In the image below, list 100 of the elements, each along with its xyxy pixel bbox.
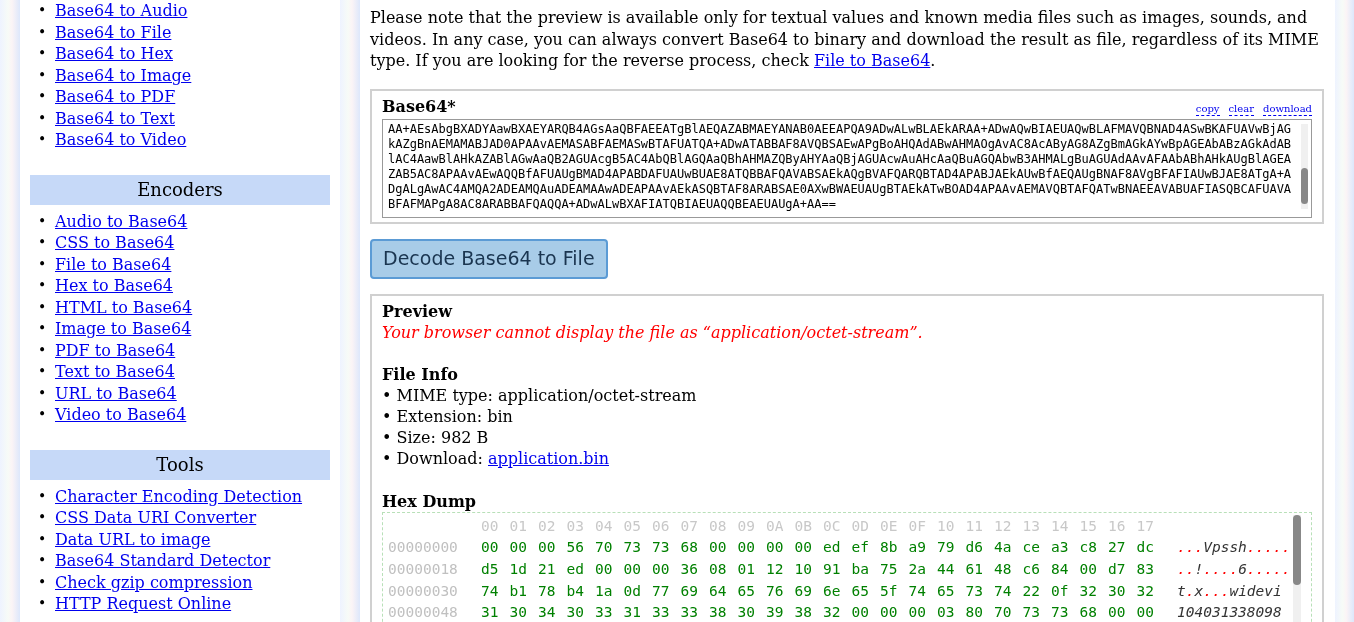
- base64-text: lAC4AawBlAHkAZABlAGwAaQB2AGUAcgB5AC4AbQBlAGQAaQBhAHMAZQByAHYAaQBjAGUAcwAuAHcAaQBuAGQAbwB3AHMALgBuAGUAdAAvAFAAbABhAHkAUgBlAGEA: [388, 151, 1289, 167]
- hex-byte: 30: [1108, 581, 1127, 601]
- row-offset: 00000000: [388, 538, 459, 558]
- sidebar-link[interactable]: Base64 Standard Detector: [55, 550, 271, 572]
- intro-text: Please note that the preview is available only for textual values and known media files such as images, sounds, and: [370, 7, 1309, 29]
- hex-byte: 32: [823, 603, 842, 622]
- sidebar-link[interactable]: HTML to Base64: [55, 296, 193, 318]
- hex-byte: 32: [1079, 581, 1098, 601]
- section-title: File Info: [382, 363, 459, 385]
- ascii-text: ....: [1203, 559, 1239, 579]
- error-message: Your browser cannot display the file as “application/octet-stream”.: [382, 321, 924, 343]
- hex-byte: 08: [709, 559, 728, 579]
- hex-byte: 73: [1051, 603, 1070, 622]
- hex-byte: 1a: [595, 581, 614, 601]
- hex-byte: 73: [965, 581, 984, 601]
- sidebar-link[interactable]: CSS Data URI Converter: [55, 507, 257, 529]
- hex-byte: 00: [1136, 603, 1155, 622]
- hex-byte: 30: [509, 603, 528, 622]
- hex-byte: 77: [652, 581, 671, 601]
- sidebar-link[interactable]: Base64 to Text: [55, 107, 175, 129]
- base64-text: kAZgBnAEMAMABJAD0APAAvAEMASABFAEMASwBTAFUATQA+ADwATABBAF8AVQBSAEwAPgBoAHQAdABwAHMAOgAvAC8AcAByAG8AZgBmAGkAYwBpAGEAbABzAGkAdAB: [388, 136, 1289, 152]
- section-title: Preview: [382, 300, 454, 322]
- file-to-base64-link[interactable]: File to Base64: [813, 51, 931, 70]
- hex-byte: 56: [566, 538, 585, 558]
- section-header: Tools: [30, 449, 330, 480]
- hex-byte: a3: [1051, 538, 1070, 558]
- hex-byte: 68: [680, 538, 699, 558]
- sidebar-link[interactable]: Data URL to image: [55, 528, 211, 550]
- hex-byte: ed: [823, 538, 842, 558]
- hex-byte: 91: [823, 559, 842, 579]
- file-link[interactable]: application.bin: [488, 448, 609, 468]
- hex-byte: c6: [1022, 559, 1041, 579]
- ascii-text: .: [1185, 581, 1195, 601]
- hex-byte: 65: [737, 581, 756, 601]
- hex-byte: ef: [851, 538, 870, 558]
- hex-byte: 00: [709, 538, 728, 558]
- sidebar-link[interactable]: File to Base64: [55, 253, 172, 275]
- hex-byte: 00: [908, 603, 927, 622]
- hex-byte: 48: [994, 559, 1013, 579]
- hex-byte: 0d: [623, 581, 642, 601]
- hex-byte: 69: [794, 581, 813, 601]
- sidebar-link[interactable]: Base64 to File: [55, 21, 172, 43]
- sidebar-link[interactable]: HTTP Request Online: [55, 593, 232, 615]
- ascii-text: widevi: [1229, 581, 1282, 601]
- bullet: •: [38, 22, 48, 42]
- bullet: •: [38, 254, 48, 274]
- action-link[interactable]: copy: [1195, 102, 1220, 116]
- base64-text: ZAB5AC8APAAvAEwAQQBfAFUAUgBMAD4APABDAFUAUwBUAE8ATQBBAFQAVABSAEkAQgBVAFQARQBTAD4APABJAEkAUwBfAEQAUgBNAF8AVgBFAFIAUwBJAE8ATgA+A: [388, 166, 1289, 182]
- hex-byte: d6: [965, 538, 984, 558]
- sidebar-link[interactable]: Base64 to Audio: [55, 0, 188, 22]
- decode-button[interactable]: Decode Base64 to File: [370, 238, 608, 279]
- hex-byte: 36: [680, 559, 699, 579]
- sidebar-link[interactable]: URL to Base64: [55, 382, 177, 404]
- base64-input-field[interactable]: [382, 118, 1312, 218]
- sidebar-link[interactable]: Character Encoding Detection: [55, 485, 303, 507]
- hex-byte: 0f: [1051, 581, 1070, 601]
- hex-byte: 33: [652, 603, 671, 622]
- hex-byte: 64: [709, 581, 728, 601]
- hex-byte: 32: [1136, 581, 1155, 601]
- hex-byte: 31: [623, 603, 642, 622]
- hex-byte: 78: [538, 581, 557, 601]
- hex-byte: 27: [1108, 538, 1127, 558]
- scrollbar[interactable]: [1301, 123, 1308, 209]
- hex-byte: 00: [1079, 559, 1098, 579]
- action-link[interactable]: download: [1263, 102, 1312, 116]
- hex-byte: b4: [566, 581, 585, 601]
- sidebar-link[interactable]: Base64 to Video: [55, 129, 187, 151]
- ascii-text: ..: [1177, 559, 1195, 579]
- bullet: •: [38, 211, 48, 231]
- hex-byte: 34: [538, 603, 557, 622]
- sidebar-link[interactable]: Base64 to PDF: [55, 86, 176, 108]
- bullet: •: [38, 44, 48, 63]
- sidebar-link[interactable]: Audio to Base64: [55, 210, 188, 232]
- hex-byte: 44: [937, 559, 956, 579]
- sidebar-link[interactable]: Image to Base64: [55, 318, 192, 340]
- ascii-text: Vpssh: [1203, 538, 1247, 558]
- sidebar-link[interactable]: Video to Base64: [55, 404, 187, 426]
- section-header: Encoders: [30, 174, 330, 205]
- bullet: •: [38, 383, 48, 403]
- row-offset: 00000048: [388, 603, 459, 622]
- hex-byte: 00: [851, 603, 870, 622]
- hex-byte: 2a: [908, 559, 927, 579]
- action-link[interactable]: clear: [1228, 102, 1254, 116]
- file-info-text: • MIME type: application/octet-stream: [382, 384, 698, 406]
- sidebar-link[interactable]: Base64 to Hex: [55, 43, 173, 65]
- hex-byte: 00: [623, 559, 642, 579]
- hex-byte: 70: [994, 603, 1013, 622]
- sidebar-link[interactable]: CSS to Base64: [55, 232, 175, 254]
- bullet: •: [38, 108, 48, 128]
- sidebar-link[interactable]: Hex to Base64: [55, 275, 173, 297]
- scrollbar[interactable]: [1293, 514, 1301, 622]
- hex-byte: 5f: [880, 581, 899, 601]
- sidebar-link[interactable]: Base64 to Image: [55, 64, 192, 86]
- sidebar-link[interactable]: PDF to Base64: [55, 339, 176, 361]
- section-title: Hex Dump: [382, 490, 478, 512]
- bullet: •: [38, 1, 48, 20]
- ascii-text: 6: [1238, 559, 1247, 579]
- sidebar-link[interactable]: Check gzip compression: [55, 571, 253, 593]
- sidebar-link[interactable]: Text to Base64: [55, 361, 175, 383]
- hex-byte: 33: [680, 603, 699, 622]
